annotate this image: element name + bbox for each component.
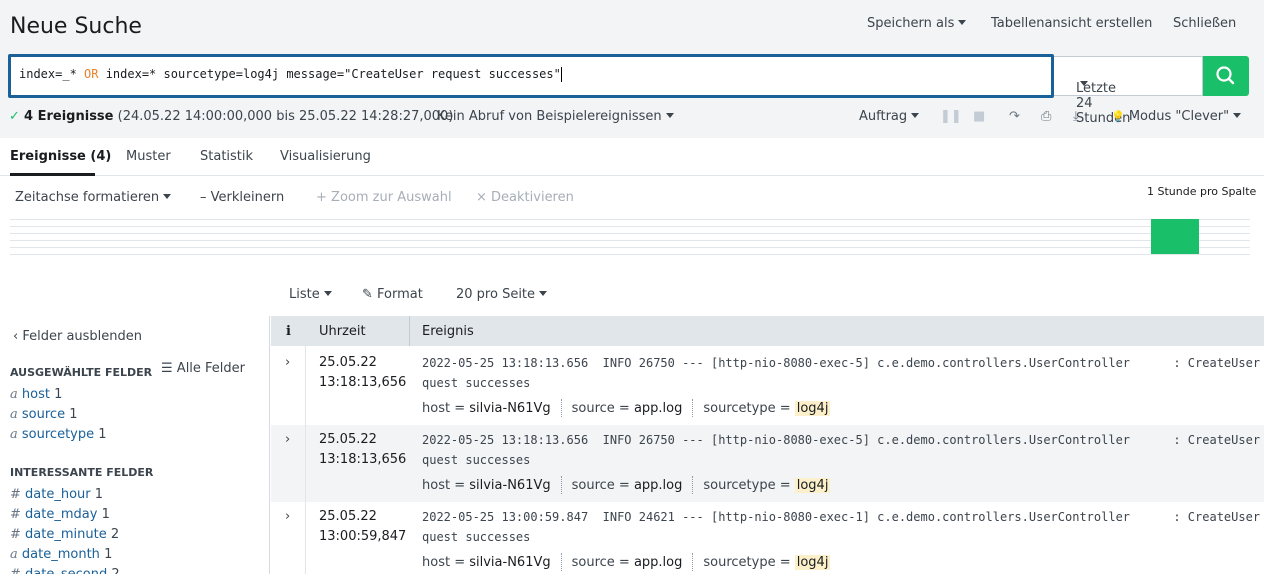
info-column-header: i: [286, 324, 291, 339]
bulb-icon: 💡: [1111, 110, 1125, 123]
selected-fields-heading: AUSGEWÄHLTE FELDER: [10, 366, 153, 379]
event-time: 25.05.22 13:18:13,656: [319, 432, 407, 467]
table-row: › 25.05.22 13:18:13,656 2022-05-25 13:18:…: [271, 348, 1264, 425]
field-item[interactable]: # date_minute 2: [10, 527, 119, 542]
tab-events[interactable]: Ereignisse (4): [10, 149, 111, 164]
search-button[interactable]: [1203, 56, 1249, 96]
view-list-menu[interactable]: Liste: [289, 287, 332, 302]
per-page-menu[interactable]: 20 pro Seite: [456, 287, 548, 302]
save-as-menu[interactable]: Speichern als: [867, 16, 967, 31]
expand-chevron-icon[interactable]: ›: [285, 355, 290, 370]
checkmark-icon: ✓: [9, 109, 20, 124]
minus-icon: –: [200, 190, 207, 205]
job-status: ✓ 4 Ereignisse (24.05.22 14:00:00,000 bi…: [9, 109, 454, 124]
field-item[interactable]: a date_month 1: [10, 547, 112, 562]
page-title: Neue Suche: [10, 14, 142, 39]
field-host[interactable]: host = silvia-N61Vg: [422, 401, 551, 416]
event-raw-line: 2022-05-25 13:18:13.656 INFO 26750 --- […: [422, 356, 1264, 370]
field-source[interactable]: source = app.log: [572, 401, 683, 416]
table-row: › 25.05.22 13:00:59,847 2022-05-25 13:00:…: [271, 502, 1264, 574]
search-icon: [1216, 66, 1235, 85]
tab-statistics[interactable]: Statistik: [200, 149, 253, 164]
event-fields: host = silvia-N61Vg source = app.log sourc…: [422, 553, 840, 571]
create-table-view-link[interactable]: Tabellenansicht erstellen: [991, 16, 1152, 31]
chevron-down-icon: [1080, 81, 1088, 86]
column-divider: [409, 316, 410, 346]
plus-icon: +: [316, 190, 327, 205]
expand-chevron-icon[interactable]: ›: [285, 432, 290, 447]
time-column-header[interactable]: Uhrzeit: [319, 324, 366, 339]
table-row: › 25.05.22 13:18:13,656 2022-05-25 13:18:…: [271, 425, 1264, 502]
field-source[interactable]: source = app.log: [572, 478, 683, 493]
format-timeline-menu[interactable]: Zeitachse formatieren: [15, 190, 172, 205]
search-query-text[interactable]: index=_* OR index=* sourcetype=log4j mes…: [19, 67, 562, 82]
column-divider: [305, 316, 306, 574]
field-sourcetype[interactable]: sourcetype = log4j: [703, 400, 831, 416]
search-mode-menu[interactable]: 💡 Modus "Clever": [1111, 109, 1242, 124]
field-item[interactable]: a source 1: [10, 407, 78, 422]
sampling-menu[interactable]: Kein Abruf von Beispielereignissen: [437, 109, 674, 124]
format-menu[interactable]: ✎ Format: [362, 287, 423, 302]
timeline-scale-label: 1 Stunde pro Spalte: [1147, 185, 1257, 198]
pencil-icon: ✎: [362, 287, 373, 302]
hide-fields-link[interactable]: ‹ Felder ausblenden: [13, 329, 142, 344]
expand-chevron-icon[interactable]: ›: [285, 509, 290, 524]
field-host[interactable]: host = silvia-N61Vg: [422, 478, 551, 493]
event-column-header: Ereignis: [422, 324, 474, 339]
chevron-down-icon: [1233, 113, 1242, 118]
deselect-button[interactable]: × Deaktivieren: [476, 190, 574, 205]
text-cursor: [560, 67, 562, 82]
close-link[interactable]: Schließen: [1173, 16, 1236, 31]
export-icon[interactable]: ⤓: [1073, 109, 1079, 124]
chevron-down-icon: [665, 113, 674, 118]
chevron-down-icon: [163, 194, 172, 199]
tab-patterns[interactable]: Muster: [126, 149, 171, 164]
event-raw-line: quest successes: [422, 376, 531, 390]
share-icon[interactable]: ↷: [1009, 109, 1020, 124]
chevron-down-icon: [539, 291, 548, 296]
field-source[interactable]: source = app.log: [572, 555, 683, 570]
field-item[interactable]: a sourcetype 1: [10, 427, 107, 442]
field-item[interactable]: a host 1: [10, 387, 62, 402]
chevron-down-icon: [323, 291, 332, 296]
all-fields-button[interactable]: ☰ Alle Felder: [161, 361, 245, 376]
events-table-header: i Uhrzeit Ereignis: [271, 316, 1264, 346]
results-tabs: Ereignisse (4) Muster Statistik Visualis…: [0, 138, 1264, 176]
field-item[interactable]: # date_mday 1: [10, 507, 110, 522]
job-menu[interactable]: Auftrag: [859, 109, 920, 124]
chevron-down-icon: [958, 20, 967, 25]
print-icon[interactable]: ⎙: [1041, 109, 1051, 124]
zoom-to-selection-button[interactable]: + Zoom zur Auswahl: [316, 190, 452, 205]
close-icon: ×: [476, 190, 487, 205]
field-host[interactable]: host = silvia-N61Vg: [422, 555, 551, 570]
event-raw-line: quest successes: [422, 453, 531, 467]
field-sourcetype[interactable]: sourcetype = log4j: [703, 554, 831, 570]
timeline-chart[interactable]: [10, 219, 1250, 255]
interesting-fields-heading: INTERESSANTE FELDER: [10, 466, 154, 479]
chevron-down-icon: [911, 113, 920, 118]
tab-visualization[interactable]: Visualisierung: [280, 149, 371, 164]
field-item[interactable]: # date_second 2: [10, 567, 120, 574]
time-range-picker[interactable]: Letzte 24 Stunden: [1054, 56, 1203, 126]
field-sourcetype[interactable]: sourcetype = log4j: [703, 477, 831, 493]
active-tab-indicator: [10, 173, 95, 176]
event-fields: host = silvia-N61Vg source = app.log sourc…: [422, 476, 840, 494]
list-icon: ☰: [161, 361, 173, 376]
stop-icon[interactable]: ■: [973, 109, 985, 124]
event-time: 25.05.22 13:00:59,847: [319, 509, 407, 544]
field-item[interactable]: # date_hour 1: [10, 487, 103, 502]
timeline-bar[interactable]: [1151, 219, 1199, 254]
zoom-out-button[interactable]: – Verkleinern: [200, 190, 284, 205]
event-time: 25.05.22 13:18:13,656: [319, 355, 407, 390]
event-raw-line: 2022-05-25 13:00:59.847 INFO 24621 --- […: [422, 510, 1264, 524]
event-raw-line: quest successes: [422, 530, 531, 544]
pause-icon[interactable]: ❚❚: [940, 109, 962, 124]
event-raw-line: 2022-05-25 13:18:13.656 INFO 26750 --- […: [422, 433, 1264, 447]
event-fields: host = silvia-N61Vg source = app.log sourc…: [422, 399, 840, 417]
chevron-left-icon: ‹: [13, 329, 19, 344]
